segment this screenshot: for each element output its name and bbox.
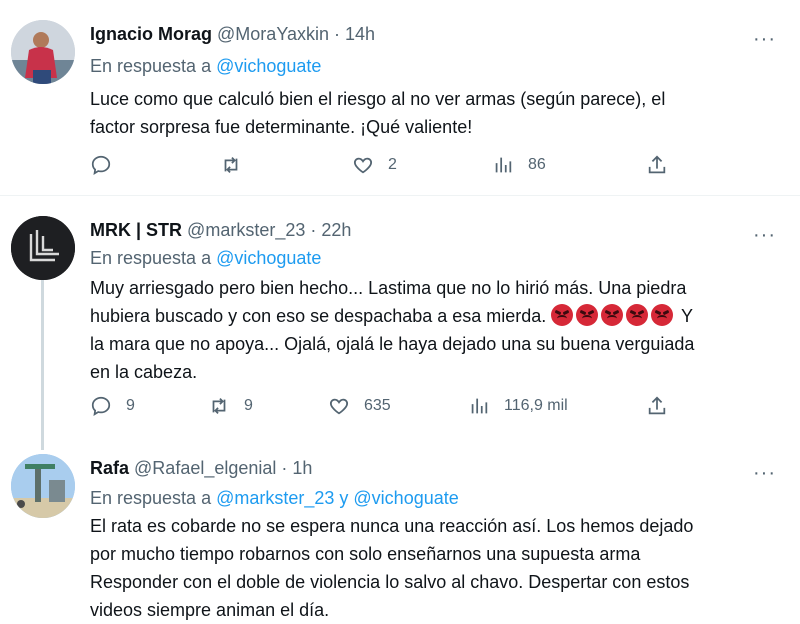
like-button[interactable]: 2 — [352, 150, 397, 180]
heart-icon — [330, 398, 348, 415]
mention-link[interactable]: @vichoguate — [216, 56, 321, 76]
avatar-photo — [11, 454, 75, 518]
share-icon — [648, 396, 666, 415]
avatar-photo — [11, 20, 75, 84]
views-icon — [471, 398, 488, 414]
retweet-count: 9 — [244, 397, 253, 414]
tweet-actions: 2 86 — [90, 150, 690, 180]
timestamp[interactable]: · 1h — [281, 458, 312, 478]
share-icon — [648, 155, 666, 174]
tweet-text-line: Responder con el doble de violencia lo s… — [90, 572, 690, 592]
reply-count: 9 — [126, 397, 135, 414]
tweet-text: Muy arriesgado pero bien hecho... Lastim… — [90, 274, 780, 386]
reply-prefix: En respuesta a — [90, 56, 212, 76]
mention-link[interactable]: @markster_23 y @vichoguate — [216, 488, 459, 508]
tweet[interactable]: Ignacio Morag @MoraYaxkin · 14h ··· En r… — [0, 0, 800, 196]
mention-link[interactable]: @vichoguate — [216, 248, 321, 268]
reply-prefix: En respuesta a — [90, 488, 212, 508]
heart-icon — [354, 157, 372, 174]
tweet-text: El rata es cobarde no se espera nunca un… — [90, 512, 780, 624]
user-handle[interactable]: @MoraYaxkin — [217, 24, 329, 44]
reply-icon — [91, 155, 111, 175]
tweet-text-line: por mucho tiempo robarnos con solo enseñ… — [90, 544, 641, 564]
tweet-text-line: factor sorpresa fue determinante. ¡Qué v… — [90, 117, 473, 137]
tweet-header: MRK | STR @markster_23 · 22h — [90, 220, 351, 241]
tweet-header: Rafa @Rafael_elgenial · 1h — [90, 458, 312, 479]
display-name[interactable]: Rafa — [90, 458, 129, 478]
retweet-button[interactable]: 9 — [208, 391, 253, 421]
tweet-text-line: videos siempre animan el día. — [90, 600, 330, 620]
reply-context: En respuesta a @markster_23 y @vichoguat… — [90, 488, 459, 509]
avatar[interactable] — [11, 216, 75, 280]
more-options-button[interactable]: ··· — [753, 29, 776, 49]
timestamp[interactable]: · 22h — [310, 220, 351, 240]
retweet-icon — [224, 157, 238, 173]
tweet-text-line: en la cabeza. — [90, 362, 198, 382]
user-handle[interactable]: @Rafael_elgenial — [134, 458, 276, 478]
tweet-text-line: El rata es cobarde no se espera nunca un… — [90, 516, 694, 536]
tweet[interactable]: MRK | STR @markster_23 · 22h ··· En resp… — [0, 196, 800, 450]
thread-line — [41, 280, 44, 450]
avatar[interactable] — [11, 20, 75, 84]
tweet-text: Luce como que calculó bien el riesgo al … — [90, 85, 780, 141]
like-count: 2 — [388, 156, 397, 173]
retweet-icon — [212, 398, 226, 414]
angry-face-icon — [601, 304, 624, 326]
angry-face-icon — [551, 304, 574, 326]
share-button[interactable] — [646, 150, 668, 180]
tweet-text-line: Muy arriesgado pero bien hecho... Lastim… — [90, 278, 687, 298]
more-options-button[interactable]: ··· — [753, 463, 776, 483]
more-options-button[interactable]: ··· — [753, 225, 776, 245]
reply-button[interactable]: 9 — [90, 391, 135, 421]
tweet-text-segment: hubiera buscado y con eso se despachaba … — [90, 306, 552, 326]
avatar-logo — [11, 216, 75, 280]
user-handle[interactable]: @markster_23 — [187, 220, 305, 240]
avatar[interactable] — [11, 454, 75, 518]
tweet-text-line: Luce como que calculó bien el riesgo al … — [90, 89, 666, 109]
tweet[interactable]: Rafa @Rafael_elgenial · 1h ··· En respue… — [0, 446, 800, 622]
views-button[interactable]: 86 — [492, 150, 546, 180]
share-button[interactable] — [646, 391, 668, 421]
tweet-header: Ignacio Morag @MoraYaxkin · 14h — [90, 24, 375, 45]
timestamp[interactable]: · 14h — [334, 24, 375, 44]
tweet-text-line: la mara que no apoya... Ojalá, ojalá le … — [90, 334, 695, 354]
views-button[interactable]: 116,9 mil — [468, 391, 568, 421]
reply-prefix: En respuesta a — [90, 248, 212, 268]
angry-face-icon — [626, 304, 649, 326]
views-icon — [495, 157, 512, 173]
angry-face-icon — [651, 304, 674, 326]
reply-button[interactable] — [90, 150, 112, 180]
display-name[interactable]: Ignacio Morag — [90, 24, 212, 44]
view-count: 116,9 mil — [504, 397, 568, 414]
like-button[interactable]: 635 — [328, 391, 391, 421]
angry-face-icon — [576, 304, 599, 326]
tweet-actions: 9 9 635 116,9 mil — [90, 391, 690, 421]
view-count: 86 — [528, 156, 546, 173]
emoji-group — [551, 304, 676, 326]
retweet-button[interactable] — [220, 150, 242, 180]
tweet-text-line: hubiera buscado y con eso se despachaba … — [90, 302, 780, 330]
display-name[interactable]: MRK | STR — [90, 220, 182, 240]
like-count: 635 — [364, 397, 391, 414]
reply-context: En respuesta a @vichoguate — [90, 248, 321, 269]
tweet-text-segment: Y — [676, 306, 693, 326]
reply-context: En respuesta a @vichoguate — [90, 56, 321, 77]
reply-icon — [91, 396, 111, 416]
